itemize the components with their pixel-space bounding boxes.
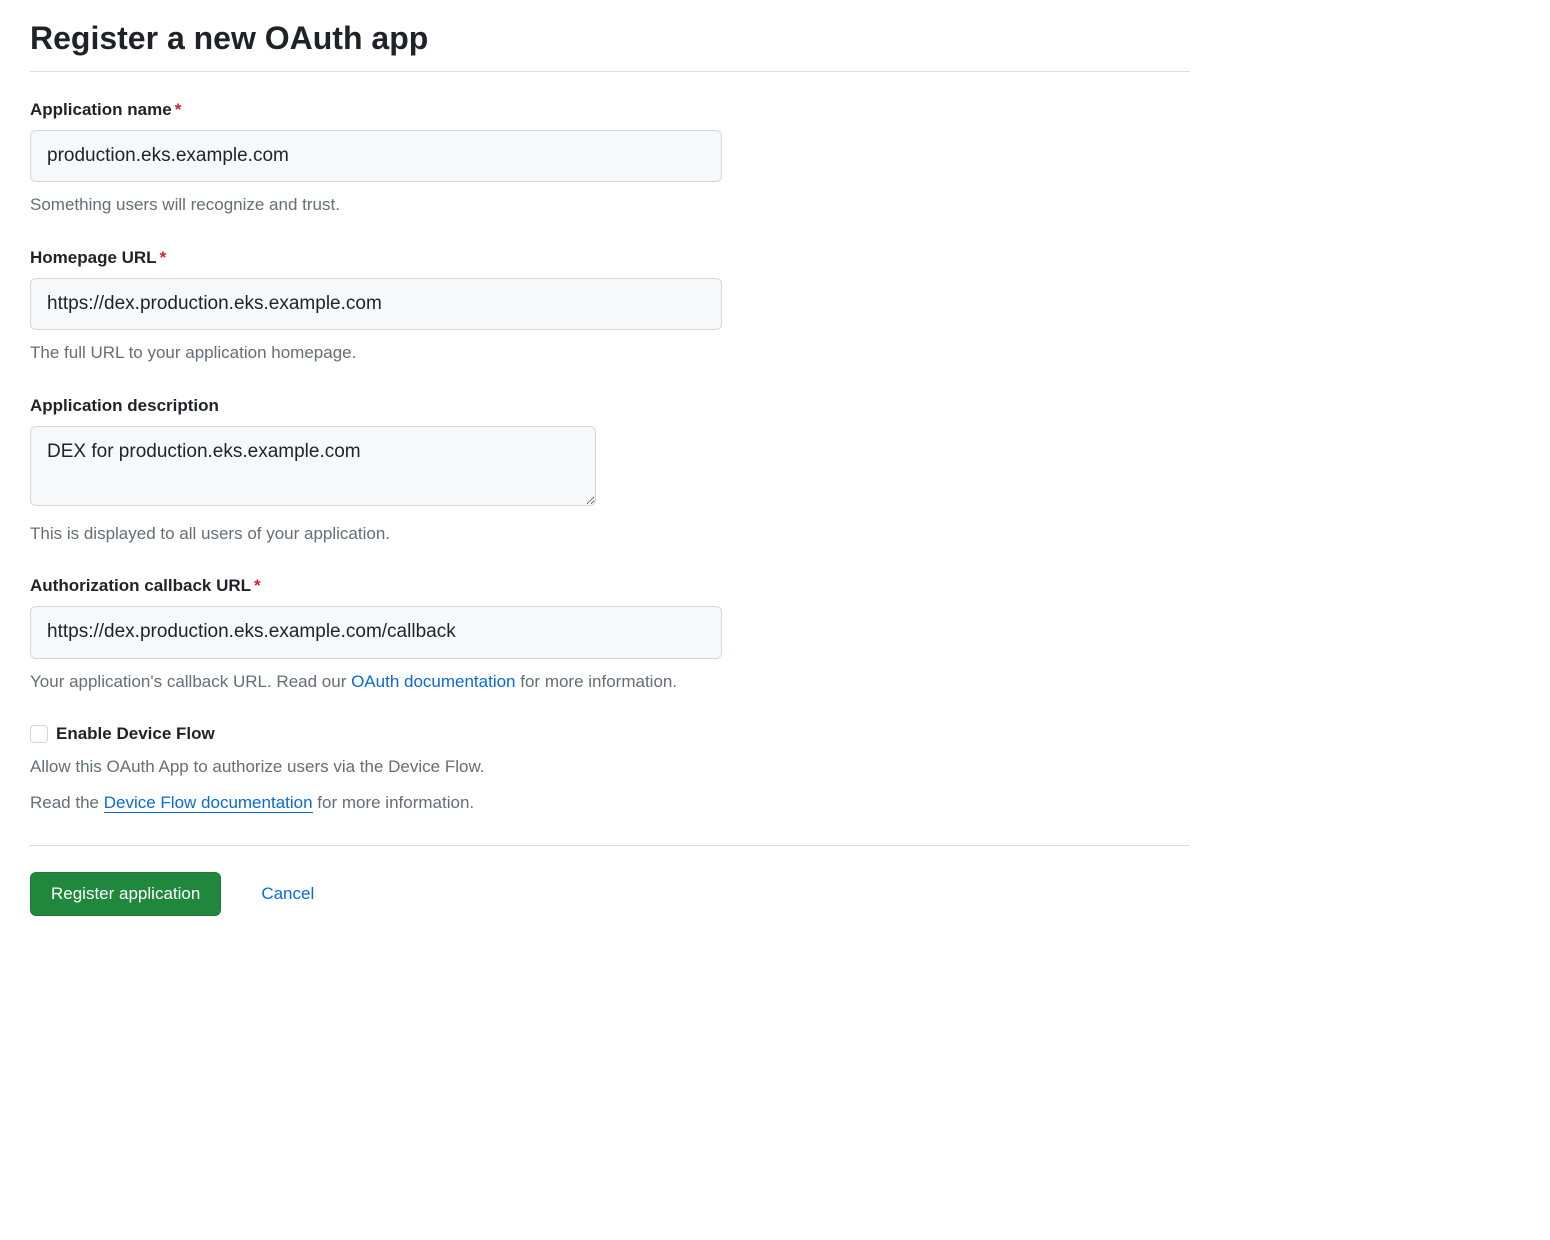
device-flow-help2-before: Read the: [30, 793, 104, 812]
required-star-icon: *: [254, 576, 261, 595]
form-group-device-flow: Enable Device Flow Allow this OAuth App …: [30, 724, 1190, 815]
callback-url-label-text: Authorization callback URL: [30, 576, 251, 595]
device-flow-documentation-link[interactable]: Device Flow documentation: [104, 793, 313, 813]
device-flow-help-2: Read the Device Flow documentation for m…: [30, 790, 1190, 816]
required-star-icon: *: [175, 100, 182, 119]
app-name-help: Something users will recognize and trust…: [30, 192, 1190, 218]
description-input[interactable]: [30, 426, 596, 506]
app-name-label-text: Application name: [30, 100, 172, 119]
device-flow-help2-after: for more information.: [313, 793, 475, 812]
app-name-input[interactable]: [30, 130, 722, 182]
app-name-label: Application name*: [30, 100, 1190, 120]
description-help: This is displayed to all users of your a…: [30, 521, 1190, 547]
form-group-homepage-url: Homepage URL* The full URL to your appli…: [30, 248, 1190, 366]
homepage-url-input[interactable]: [30, 278, 722, 330]
callback-help-after: for more information.: [516, 672, 678, 691]
device-flow-label: Enable Device Flow: [56, 724, 215, 744]
callback-url-help: Your application's callback URL. Read ou…: [30, 669, 1190, 695]
page-title: Register a new OAuth app: [30, 20, 1190, 72]
button-row: Register application Cancel: [30, 872, 1190, 916]
callback-help-before: Your application's callback URL. Read ou…: [30, 672, 351, 691]
homepage-url-label-text: Homepage URL: [30, 248, 157, 267]
form-group-description: Application description This is displaye…: [30, 396, 1190, 547]
homepage-url-label: Homepage URL*: [30, 248, 1190, 268]
divider: [30, 845, 1190, 846]
callback-url-label: Authorization callback URL*: [30, 576, 1190, 596]
device-flow-checkbox[interactable]: [30, 725, 48, 743]
homepage-url-help: The full URL to your application homepag…: [30, 340, 1190, 366]
oauth-documentation-link[interactable]: OAuth documentation: [351, 672, 515, 691]
form-group-callback-url: Authorization callback URL* Your applica…: [30, 576, 1190, 694]
device-flow-help-1: Allow this OAuth App to authorize users …: [30, 754, 1190, 780]
form-group-app-name: Application name* Something users will r…: [30, 100, 1190, 218]
callback-url-input[interactable]: [30, 606, 722, 658]
register-application-button[interactable]: Register application: [30, 872, 221, 916]
cancel-button[interactable]: Cancel: [261, 884, 314, 904]
required-star-icon: *: [160, 248, 167, 267]
description-label: Application description: [30, 396, 1190, 416]
